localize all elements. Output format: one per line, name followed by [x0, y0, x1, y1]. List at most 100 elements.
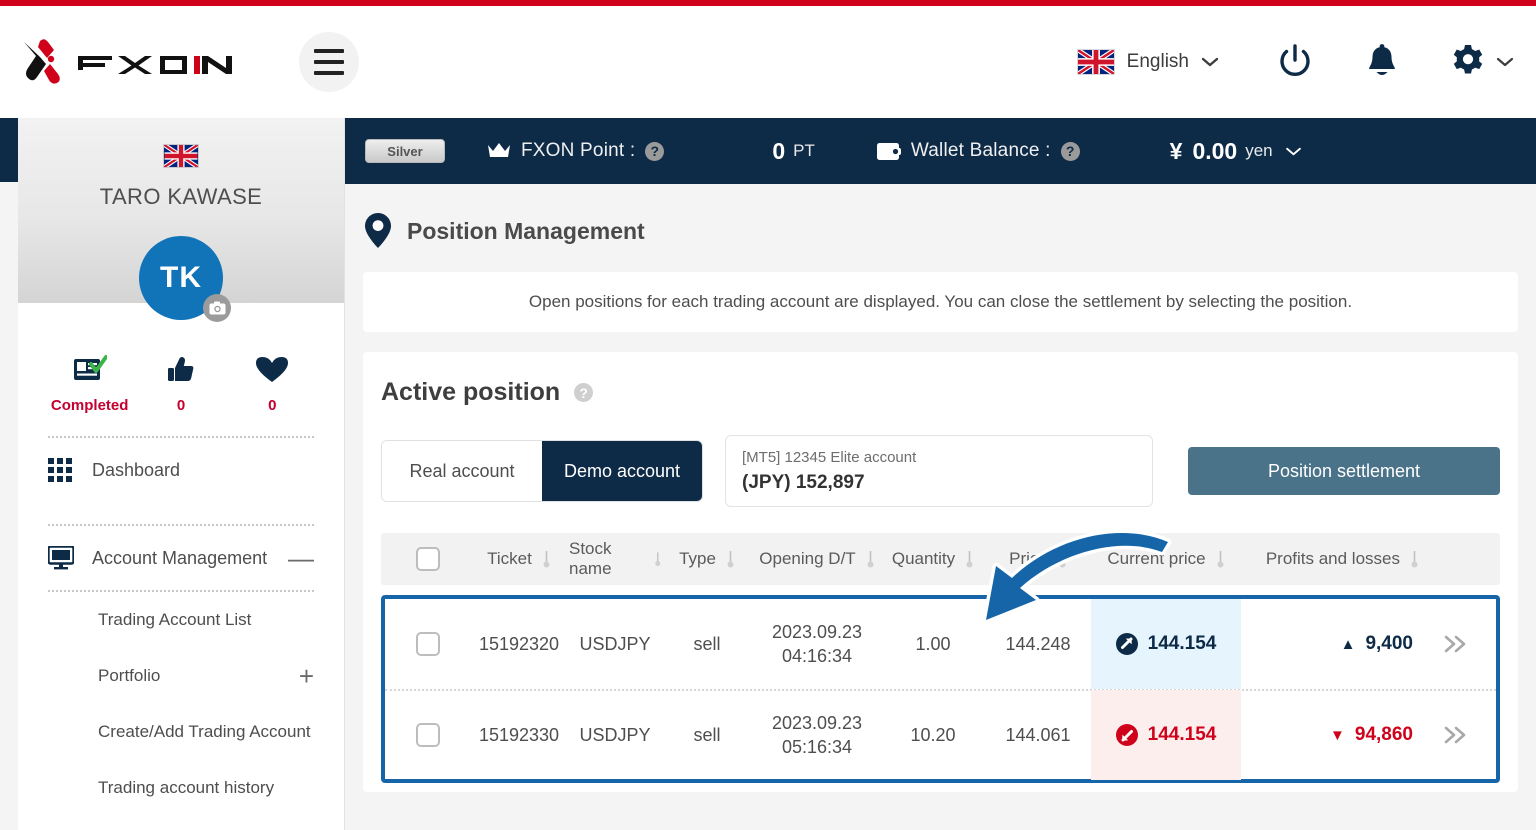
column-label: Stock name — [569, 539, 612, 578]
help-icon[interactable]: ? — [1060, 141, 1080, 161]
help-icon[interactable]: ? — [574, 383, 594, 402]
sidebar-item-trading-account-list[interactable]: Trading Account List — [18, 592, 344, 648]
collapse-toggle-icon[interactable]: — — [288, 545, 314, 571]
column-header-ticket[interactable]: Ticket — [469, 549, 569, 569]
fxon-point-group: FXON Point : ? — [487, 140, 665, 162]
heart-icon — [227, 353, 318, 387]
column-label: Type — [679, 549, 716, 568]
avatar-initials: TK — [160, 261, 202, 294]
pl-value: 9,400 — [1365, 633, 1413, 654]
select-all-checkbox[interactable] — [416, 547, 440, 571]
column-header-opening-dt[interactable]: Opening D/T — [753, 549, 881, 569]
row-select-cell — [387, 723, 469, 747]
table-row[interactable]: 15192330 USDJPY sell 2023.09.23 05:16:34… — [385, 689, 1496, 780]
column-header-quantity[interactable]: Quantity — [881, 549, 985, 569]
sort-icon[interactable] — [965, 549, 974, 569]
sort-icon[interactable] — [866, 549, 875, 569]
fxon-x-mark-icon — [24, 39, 60, 84]
language-selector[interactable]: English — [1076, 49, 1219, 75]
stat-favorites[interactable]: 0 — [227, 353, 318, 414]
chevron-down-icon[interactable] — [1201, 56, 1219, 68]
wallet-currency-unit: yen — [1245, 141, 1273, 160]
sidebar-item-create-add-trading-account[interactable]: Create/Add Trading Account — [18, 704, 344, 760]
cell-stock-name: USDJPY — [579, 633, 651, 654]
profile-uk-flag-icon — [163, 144, 199, 168]
column-header-current-price[interactable]: Current price — [1091, 549, 1241, 569]
stat-label: 0 — [268, 397, 277, 414]
column-label: Price — [1009, 549, 1048, 568]
row-expand-cell[interactable] — [1427, 633, 1485, 655]
page-description: Open positions for each trading account … — [363, 272, 1518, 332]
camera-icon — [209, 301, 225, 315]
expand-toggle-icon[interactable]: + — [299, 663, 314, 689]
wallet-balance-group: Wallet Balance : ? — [876, 140, 1080, 162]
tab-real-account[interactable]: Real account — [382, 441, 542, 501]
column-label: Opening D/T — [759, 549, 856, 568]
column-label: Current price — [1107, 549, 1206, 568]
user-name: TARO KAWASE — [99, 184, 263, 209]
brand-logo[interactable] — [18, 38, 256, 86]
column-header-price[interactable]: Price — [985, 549, 1091, 569]
column-header-profits-and-losses[interactable]: Profits and losses — [1241, 549, 1427, 569]
tab-demo-account[interactable]: Demo account — [542, 441, 702, 501]
wallet-balance-value-group[interactable]: ¥ 0.00 yen — [1170, 138, 1302, 165]
position-settlement-button[interactable]: Position settlement — [1188, 447, 1500, 495]
column-label: Ticket — [487, 549, 532, 568]
rank-badge[interactable]: Silver — [365, 139, 445, 163]
sidebar-item-dashboard[interactable]: Dashboard — [18, 438, 344, 502]
sort-icon[interactable] — [542, 549, 551, 569]
wallet-balance-value: 0.00 — [1192, 137, 1238, 164]
sort-icon[interactable] — [726, 549, 735, 569]
column-label: Profits and losses — [1265, 549, 1400, 568]
chevron-double-right-icon[interactable] — [1441, 724, 1471, 746]
app-root: English TARO KAWASE TK Completed 0 0 Das… — [0, 0, 1536, 830]
sidebar-item-trading-account-history[interactable]: Trading account history — [18, 760, 344, 816]
cell-ticket: 15192330 — [478, 724, 560, 745]
column-header-stock-name[interactable]: Stock name — [569, 539, 661, 579]
row-expand-cell[interactable] — [1427, 724, 1485, 746]
fxon-point-label: FXON Point : — [521, 140, 636, 161]
monitor-icon — [48, 546, 92, 570]
hamburger-menu-button[interactable] — [299, 32, 359, 92]
cell-profit-loss: ▼ 94,860 — [1241, 724, 1427, 746]
cell-type: sell — [693, 724, 721, 745]
sidebar-item-portfolio[interactable]: Portfolio + — [18, 648, 344, 704]
sort-icon[interactable] — [1216, 549, 1225, 569]
opening-date: 2023.09.23 — [771, 621, 863, 642]
power-button[interactable] — [1274, 41, 1316, 83]
power-icon — [1280, 44, 1310, 77]
sidebar-subitem-label: Trading account history — [98, 778, 275, 797]
stat-likes[interactable]: 0 — [135, 353, 226, 414]
pl-direction-marker: ▼ — [1330, 726, 1345, 744]
help-icon[interactable]: ? — [645, 141, 665, 161]
location-pin-icon — [365, 213, 391, 248]
row-checkbox[interactable] — [416, 723, 440, 747]
sidebar-subitem-label: Trading Account List — [98, 610, 252, 629]
chevron-double-right-icon[interactable] — [1441, 633, 1471, 655]
table-row[interactable]: 15192320 USDJPY sell 2023.09.23 04:16:34… — [385, 599, 1496, 689]
app-header: English — [0, 6, 1536, 118]
account-info-bar: Silver FXON Point : ? 0 PT Wallet Balanc… — [345, 118, 1536, 184]
stat-verification[interactable]: Completed — [44, 353, 135, 414]
bell-icon — [1369, 44, 1395, 75]
main-content: Silver FXON Point : ? 0 PT Wallet Balanc… — [345, 118, 1536, 830]
notifications-button[interactable] — [1362, 42, 1402, 82]
hamburger-icon-bar — [314, 49, 344, 53]
thumbs-up-icon — [135, 353, 226, 387]
cell-quantity: 1.00 — [915, 633, 951, 654]
account-selector[interactable]: [MT5] 12345 Elite account (JPY) 152,897 — [725, 435, 1153, 507]
chevron-down-icon[interactable] — [1496, 56, 1514, 68]
row-checkbox[interactable] — [416, 632, 440, 656]
sidebar-item-label: Dashboard — [92, 459, 181, 480]
sort-icon[interactable] — [1058, 549, 1067, 569]
settings-button[interactable] — [1448, 42, 1514, 82]
column-header-type[interactable]: Type — [661, 549, 753, 569]
id-card-check-icon — [44, 353, 135, 387]
chevron-down-icon[interactable] — [1285, 146, 1302, 157]
sidebar-item-account-management[interactable]: Account Management — — [18, 526, 344, 590]
avatar[interactable]: TK — [139, 236, 231, 322]
avatar-upload-button[interactable] — [203, 294, 231, 322]
sort-icon[interactable] — [654, 549, 661, 569]
cell-price: 144.248 — [1005, 633, 1071, 654]
sort-icon[interactable] — [1410, 549, 1419, 569]
